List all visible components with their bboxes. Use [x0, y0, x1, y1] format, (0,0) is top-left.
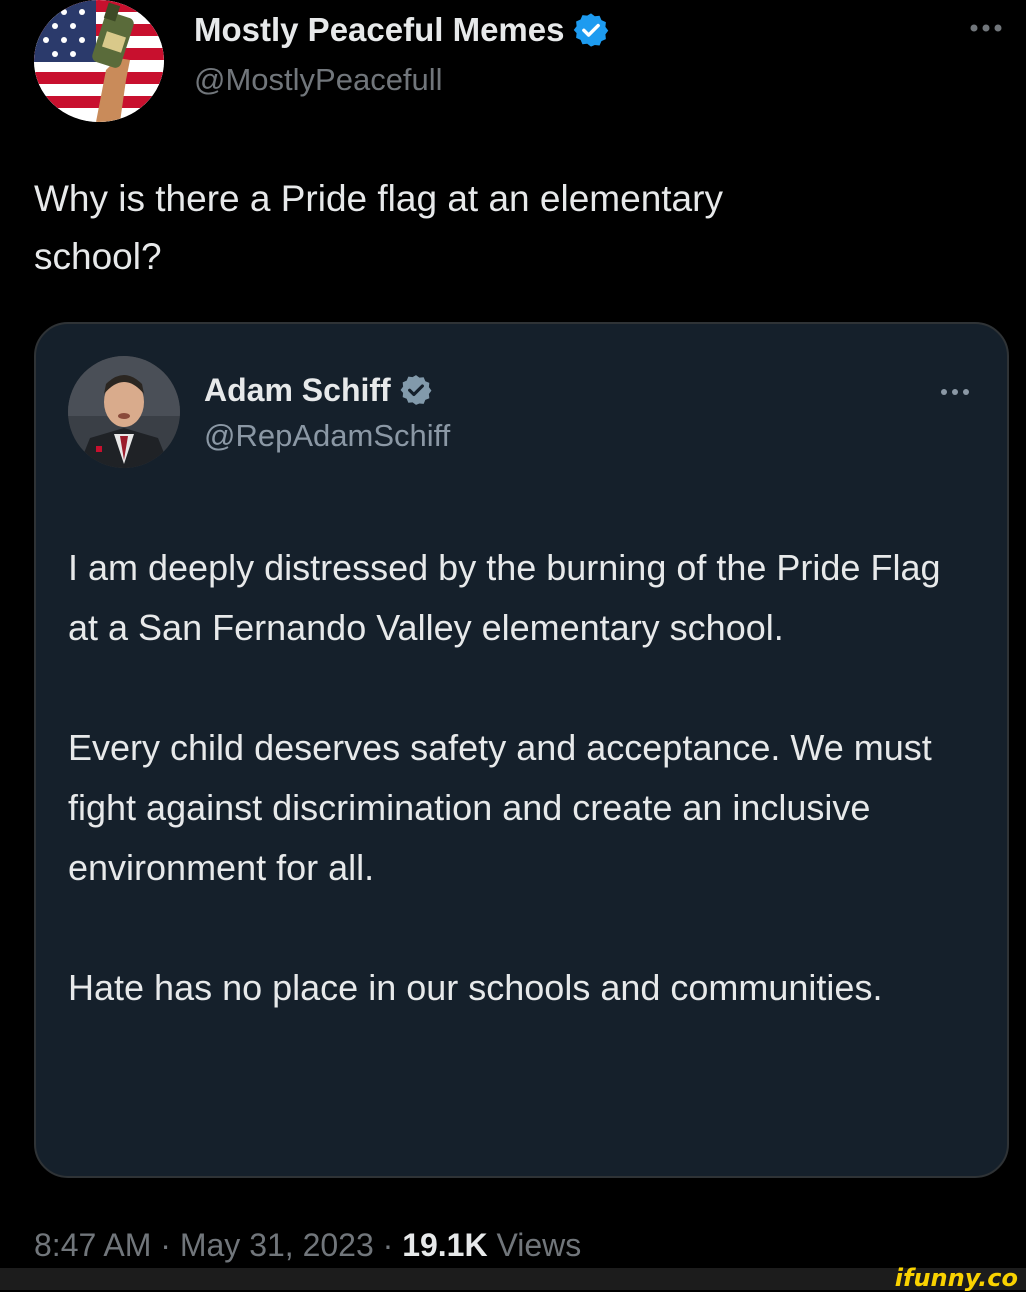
flag-avatar-image [34, 0, 164, 122]
quoted-tweet-text: I am deeply distressed by the burning of… [68, 538, 968, 1018]
verified-badge-icon [572, 11, 610, 49]
quoted-paragraph: Hate has no place in our schools and com… [68, 967, 883, 1008]
author-name[interactable]: Mostly Peaceful Memes [194, 8, 564, 52]
quoted-author-name[interactable]: Adam Schiff [204, 368, 391, 412]
portrait-avatar-image [68, 356, 180, 468]
tweet-text: Why is there a Pride flag at an elementa… [34, 178, 723, 277]
more-horizontal-icon[interactable] [966, 8, 1006, 48]
watermark-logo: ifunny.co [894, 1264, 1018, 1292]
tweet-meta: 8:47 AM · May 31, 2023 · 19.1K Views [34, 1222, 581, 1268]
quoted-paragraph: Every child deserves safety and acceptan… [68, 727, 932, 888]
author-handle[interactable]: @MostlyPeacefull [194, 58, 610, 102]
quoted-author-block: Adam Schiff @RepAdamSchiff [204, 368, 450, 458]
tweet-header: Mostly Peaceful Memes @MostlyPeacefull [34, 0, 1026, 130]
meta-separator: · [382, 1227, 394, 1263]
quoted-author-avatar[interactable] [68, 356, 180, 468]
author-avatar[interactable] [34, 0, 164, 122]
quoted-author-handle[interactable]: @RepAdamSchiff [204, 414, 450, 458]
views-count[interactable]: 19.1K [402, 1227, 487, 1263]
views-label: Views [496, 1227, 582, 1263]
bottom-bar [0, 1268, 1026, 1290]
tweet-date[interactable]: May 31, 2023 [180, 1227, 374, 1263]
quoted-name-row: Adam Schiff [204, 368, 450, 412]
quoted-paragraph: I am deeply distressed by the burning of… [68, 547, 941, 648]
more-horizontal-icon[interactable] [935, 372, 975, 412]
author-name-row: Mostly Peaceful Memes [194, 8, 610, 52]
tweet-time[interactable]: 8:47 AM [34, 1227, 151, 1263]
meta-separator: · [160, 1227, 171, 1263]
author-block: Mostly Peaceful Memes @MostlyPeacefull [194, 8, 610, 102]
quoted-tweet-card[interactable]: Adam Schiff @RepAdamSchiff I am deeply d… [34, 322, 1009, 1178]
verified-badge-icon [399, 373, 433, 407]
